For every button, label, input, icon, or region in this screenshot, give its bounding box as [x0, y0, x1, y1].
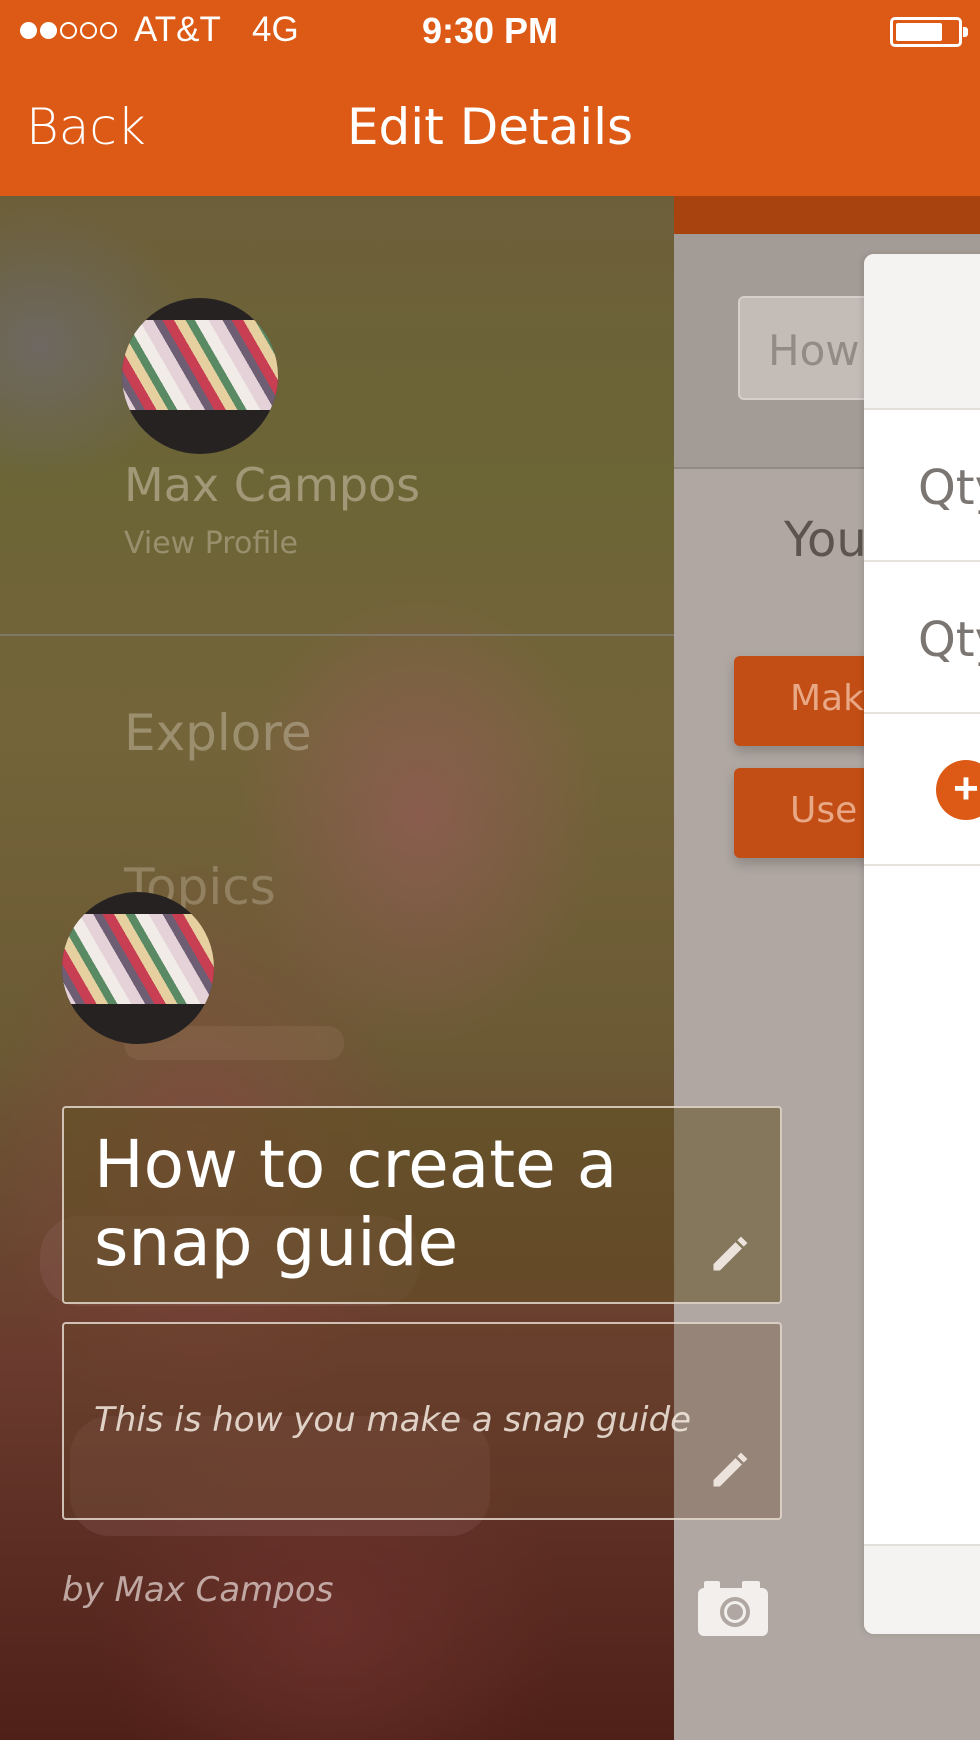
camera-icon[interactable] — [698, 1578, 768, 1636]
guide-avatar[interactable] — [62, 892, 214, 1044]
status-time: 9:30 PM — [421, 10, 559, 51]
battery-icon — [890, 17, 968, 47]
page-title: Edit Details — [346, 98, 634, 156]
edit-overlay: How to create a snap guide This is how y… — [0, 0, 980, 1740]
author-byline: by Max Campos — [62, 1570, 334, 1610]
status-bar: AT&T 4G 9:30 PM — [0, 0, 980, 64]
description-input[interactable]: This is how you make a snap guide — [94, 1400, 691, 1440]
pencil-icon[interactable] — [708, 1232, 752, 1276]
top-bar: AT&T 4G 9:30 PM Back Edit Details — [0, 0, 980, 196]
avatar-image — [62, 914, 214, 1004]
title-field[interactable]: How to create a snap guide — [62, 1106, 782, 1304]
description-field[interactable]: This is how you make a snap guide — [62, 1322, 782, 1520]
pencil-icon[interactable] — [708, 1448, 752, 1492]
title-input[interactable]: How to create a snap guide — [94, 1126, 714, 1282]
